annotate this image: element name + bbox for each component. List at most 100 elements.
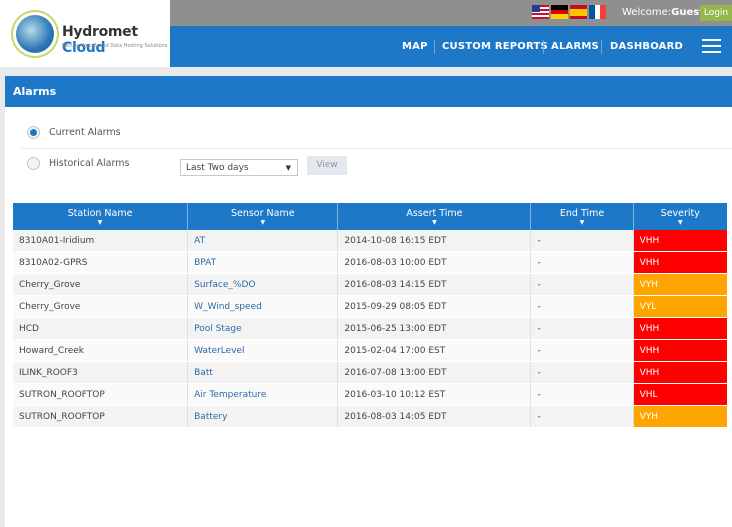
page-title: Alarms: [5, 76, 732, 107]
current-alarms-radio[interactable]: [27, 126, 40, 139]
historical-alarms-option[interactable]: Historical Alarms: [27, 157, 129, 170]
column-header-station[interactable]: Station Name ▼: [13, 203, 189, 230]
table-row[interactable]: 8310A02-GPRS BPAT 2016-08-03 10:00 EDT - VHH: [13, 251, 727, 274]
severity-cell: VYH: [633, 405, 727, 428]
table-header-row: Station Name ▼ Sensor Name ▼ Assert Time ▼ …: [13, 203, 727, 230]
sort-icon[interactable]: ▼: [188, 219, 337, 226]
column-header-end-time[interactable]: End Time ▼: [530, 203, 634, 230]
sensor-cell[interactable]: Air Temperature: [187, 383, 339, 406]
assert-time-cell: 2015-09-29 08:05 EDT: [337, 295, 532, 318]
brand-name: Hydromet Cloud: [62, 24, 170, 56]
hamburger-menu-icon[interactable]: [702, 39, 721, 54]
station-cell: Cherry_Grove: [13, 295, 189, 318]
nav-divider: [434, 40, 435, 54]
nav-custom-reports[interactable]: CUSTOM REPORTS: [442, 41, 548, 52]
sensor-cell[interactable]: BPAT: [187, 251, 339, 274]
alarms-table: Station Name ▼ Sensor Name ▼ Assert Time ▼ …: [13, 203, 727, 428]
assert-time-cell: 2016-08-03 14:05 EDT: [337, 405, 532, 428]
nav-map[interactable]: MAP: [402, 41, 428, 52]
main-nav: MAP CUSTOM REPORTS ALARMS DASHBOARD: [170, 26, 732, 67]
end-time-cell: -: [530, 405, 634, 428]
station-cell: SUTRON_ROOFTOP: [13, 383, 189, 406]
nav-divider: [543, 40, 544, 54]
column-label: Severity: [660, 207, 700, 219]
assert-time-cell: 2016-03-10 10:12 EST: [337, 383, 532, 406]
historical-alarms-label: Historical Alarms: [49, 158, 130, 169]
station-cell: 8310A01-Iridium: [13, 230, 189, 252]
sensor-cell[interactable]: AT: [187, 230, 339, 252]
severity-cell: VHH: [633, 230, 727, 252]
alarms-table-body: 8310A01-Iridium AT 2014-10-08 16:15 EDT - VH…: [13, 230, 727, 428]
nav-divider: [601, 40, 602, 54]
login-button[interactable]: Login: [700, 5, 732, 21]
station-cell: 8310A02-GPRS: [13, 251, 189, 274]
sensor-cell[interactable]: Surface_%DO: [187, 273, 339, 296]
table-row[interactable]: ILINK_ROOF3 Batt 2016-07-08 13:00 EDT - VHH: [13, 361, 727, 384]
severity-cell: VHH: [633, 361, 727, 384]
table-row[interactable]: SUTRON_ROOFTOP Air Temperature 2016-03-10 …: [13, 383, 727, 406]
language-flags: [532, 5, 607, 20]
time-range-select[interactable]: Last Two days ▼: [180, 159, 298, 176]
nav-alarms[interactable]: ALARMS: [551, 41, 599, 52]
end-time-cell: -: [530, 273, 634, 296]
column-label: Assert Time: [406, 207, 463, 219]
sensor-cell[interactable]: Batt: [187, 361, 339, 384]
column-label: Station Name: [67, 207, 133, 219]
column-header-assert-time[interactable]: Assert Time ▼: [337, 203, 532, 230]
table-row[interactable]: SUTRON_ROOFTOP Battery 2016-08-03 14:05 ED…: [13, 405, 727, 428]
sort-icon[interactable]: ▼: [13, 219, 187, 226]
column-header-sensor[interactable]: Sensor Name ▼: [187, 203, 339, 230]
top-bar: Welcome:Guest Login: [170, 0, 732, 26]
table-row[interactable]: Howard_Creek WaterLevel 2015-02-04 17:00 E…: [13, 339, 727, 362]
sensor-cell[interactable]: Battery: [187, 405, 339, 428]
table-row[interactable]: Cherry_Grove Surface_%DO 2016-08-03 14:15 …: [13, 273, 727, 296]
end-time-cell: -: [530, 339, 634, 362]
current-alarms-label: Current Alarms: [49, 127, 121, 138]
end-time-cell: -: [530, 230, 634, 252]
table-row[interactable]: Cherry_Grove W_Wind_speed 2015-09-29 08:05…: [13, 295, 727, 318]
assert-time-cell: 2016-08-03 14:15 EDT: [337, 273, 532, 296]
fr-flag-icon[interactable]: [589, 5, 607, 19]
severity-cell: VYH: [633, 273, 727, 296]
es-flag-icon[interactable]: [570, 5, 587, 19]
column-header-severity[interactable]: Severity ▼: [633, 203, 727, 230]
sensor-cell[interactable]: Pool Stage: [187, 317, 339, 340]
welcome-label: Welcome:: [622, 7, 672, 18]
us-flag-icon[interactable]: [532, 5, 549, 19]
current-alarms-option[interactable]: Current Alarms: [27, 126, 121, 139]
time-range-value: Last Two days: [186, 163, 249, 173]
de-flag-icon[interactable]: [551, 5, 568, 20]
sort-icon[interactable]: ▼: [338, 219, 530, 226]
nav-dashboard[interactable]: DASHBOARD: [610, 41, 683, 52]
sensor-cell[interactable]: WaterLevel: [187, 339, 339, 362]
station-cell: HCD: [13, 317, 189, 340]
sort-icon[interactable]: ▼: [634, 219, 727, 226]
end-time-cell: -: [530, 317, 634, 340]
severity-cell: VHH: [633, 317, 727, 340]
end-time-cell: -: [530, 383, 634, 406]
severity-cell: VHH: [633, 339, 727, 362]
brand-tagline: Secure Web Based Data Hosting Solutions: [62, 43, 168, 49]
severity-cell: VHH: [633, 251, 727, 274]
assert-time-cell: 2016-07-08 13:00 EDT: [337, 361, 532, 384]
logo[interactable]: Hydromet Cloud Secure Web Based Data Hos…: [0, 0, 170, 67]
table-row[interactable]: HCD Pool Stage 2015-06-25 13:00 EDT - VHH: [13, 317, 727, 340]
severity-cell: VHL: [633, 383, 727, 406]
station-cell: Howard_Creek: [13, 339, 189, 362]
end-time-cell: -: [530, 361, 634, 384]
alarms-panel: Alarms Current Alarms Historical Alarms …: [5, 76, 732, 527]
divider: [20, 148, 732, 149]
sort-icon[interactable]: ▼: [531, 219, 632, 226]
end-time-cell: -: [530, 295, 634, 318]
assert-time-cell: 2014-10-08 16:15 EDT: [337, 230, 532, 252]
sensor-cell[interactable]: W_Wind_speed: [187, 295, 339, 318]
station-cell: SUTRON_ROOFTOP: [13, 405, 189, 428]
welcome-text: Welcome:Guest: [622, 7, 704, 18]
station-cell: ILINK_ROOF3: [13, 361, 189, 384]
view-button[interactable]: View: [307, 156, 347, 175]
chevron-down-icon: ▼: [285, 164, 291, 172]
historical-alarms-radio[interactable]: [27, 157, 40, 170]
assert-time-cell: 2015-02-04 17:00 EST: [337, 339, 532, 362]
brand-name-main: Hydromet: [62, 24, 138, 40]
table-row[interactable]: 8310A01-Iridium AT 2014-10-08 16:15 EDT - VH…: [13, 230, 727, 252]
